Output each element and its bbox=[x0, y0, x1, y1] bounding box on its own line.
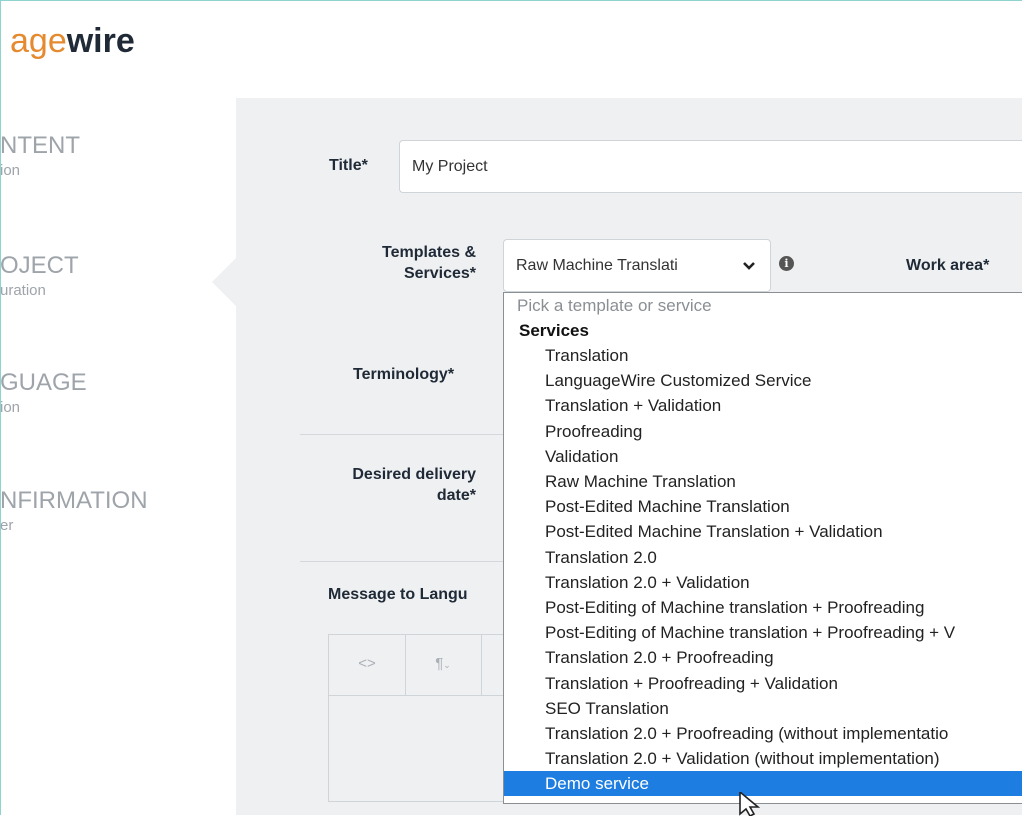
title-input[interactable]: My Project bbox=[399, 140, 1022, 193]
dropdown-option[interactable]: LanguageWire Customized Service bbox=[504, 368, 1022, 393]
dropdown-option[interactable]: Translation 2.0 + Validation bbox=[504, 570, 1022, 595]
dropdown-option[interactable]: Raw Machine Translation bbox=[504, 469, 1022, 494]
message-editor[interactable]: <> ¶⌄ bbox=[328, 634, 508, 802]
work-area-label: Work area* bbox=[906, 257, 990, 274]
editor-toolbar: <> ¶⌄ bbox=[329, 635, 507, 696]
sidebar-step-subtitle: uration bbox=[0, 282, 46, 299]
sidebar-step-subtitle: ion bbox=[0, 399, 21, 416]
dropdown-option[interactable]: Translation 2.0 + Proofreading bbox=[504, 645, 1022, 670]
sidebar-step-title: OJECT bbox=[0, 252, 79, 279]
dropdown-option[interactable]: Translation + Proofreading + Validation bbox=[504, 671, 1022, 696]
templates-label: Templates & Services* bbox=[382, 244, 476, 282]
delivery-date-label: Desired delivery date* bbox=[352, 466, 476, 504]
templates-select[interactable]: Raw Machine Translati bbox=[503, 239, 771, 292]
chevron-down-icon bbox=[743, 261, 755, 270]
dropdown-option[interactable]: Translation bbox=[504, 343, 1022, 368]
sidebar-step-project[interactable]: OJECT uration bbox=[0, 252, 79, 299]
dropdown-option[interactable]: Translation 2.0 + Validation (without im… bbox=[504, 746, 1022, 771]
title-label: Title* bbox=[329, 157, 368, 174]
dropdown-group-services: Services bbox=[519, 321, 589, 340]
templates-select-value: Raw Machine Translati bbox=[516, 256, 678, 274]
divider bbox=[300, 434, 503, 435]
dropdown-option[interactable]: Post-Edited Machine Translation + Valida… bbox=[504, 519, 1022, 544]
dropdown-placeholder: Pick a template or service bbox=[517, 296, 712, 315]
sidebar-step-confirmation[interactable]: NFIRMATION er bbox=[0, 487, 148, 534]
mouse-cursor-icon bbox=[739, 792, 761, 816]
dropdown-option[interactable]: SEO Translation bbox=[504, 696, 1022, 721]
sidebar-step-language[interactable]: GUAGE ion bbox=[0, 369, 87, 416]
dropdown-option[interactable]: Translation 2.0 + Proofreading (without … bbox=[504, 721, 1022, 746]
dropdown-option[interactable]: Post-Editing of Machine translation + Pr… bbox=[504, 620, 1022, 645]
paragraph-button[interactable]: ¶⌄ bbox=[405, 635, 482, 695]
dropdown-option[interactable]: Validation bbox=[504, 444, 1022, 469]
sidebar-step-subtitle: er bbox=[0, 517, 14, 534]
templates-dropdown-list[interactable]: Pick a template or service Services Tran… bbox=[503, 292, 1022, 804]
sidebar-step-subtitle: ion bbox=[0, 162, 21, 179]
dropdown-option[interactable]: Post-Edited Machine Translation bbox=[504, 494, 1022, 519]
dropdown-option[interactable]: Translation 2.0 bbox=[504, 545, 1022, 570]
sidebar-step-title: NTENT bbox=[0, 132, 80, 159]
dropdown-option[interactable]: Translation + Validation bbox=[504, 393, 1022, 418]
message-label: Message to Langu bbox=[328, 586, 468, 603]
sidebar-step-title: GUAGE bbox=[0, 369, 87, 396]
dropdown-option[interactable]: Proofreading bbox=[504, 419, 1022, 444]
divider bbox=[300, 561, 503, 562]
code-view-button[interactable]: <> bbox=[329, 635, 406, 695]
sidebar-step-content[interactable]: NTENT ion bbox=[0, 132, 80, 179]
dropdown-option[interactable]: Post-Editing of Machine translation + Pr… bbox=[504, 595, 1022, 620]
terminology-label: Terminology* bbox=[353, 366, 455, 383]
active-step-pointer bbox=[212, 256, 238, 308]
info-icon[interactable]: i bbox=[779, 256, 794, 271]
logo: agewire bbox=[10, 22, 135, 60]
sidebar-step-title: NFIRMATION bbox=[0, 487, 148, 514]
